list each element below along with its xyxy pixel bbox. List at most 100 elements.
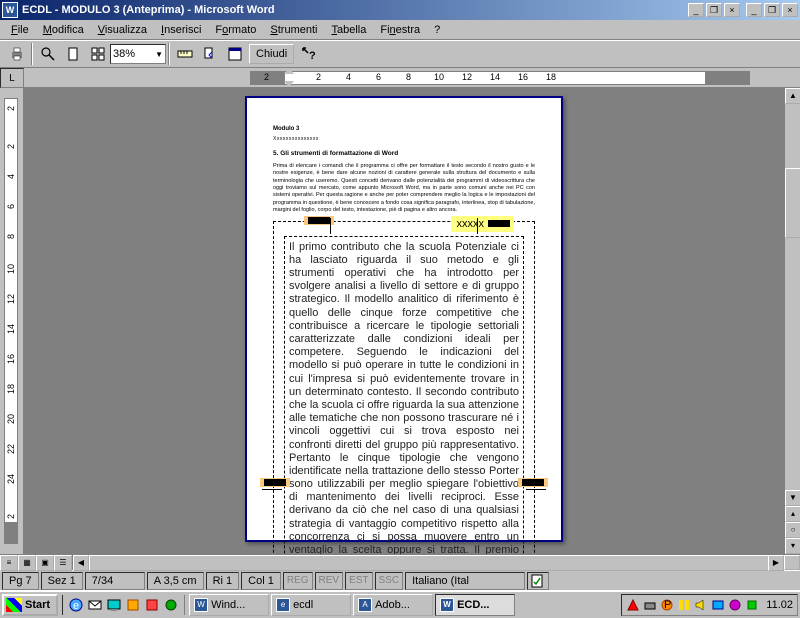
start-label: Start	[25, 599, 50, 611]
tray-clock[interactable]: 11.02	[766, 599, 793, 611]
menu-modifica[interactable]: Modifica	[36, 22, 91, 38]
shrink-button[interactable]	[198, 43, 221, 65]
indent-marker-icon[interactable]	[284, 68, 294, 74]
magnifier-button[interactable]	[36, 43, 59, 65]
page-subheader: Xxxxxxxxxxxxxxx	[273, 136, 535, 143]
ql-desktop-icon[interactable]	[105, 595, 123, 615]
status-col: Col 1	[241, 572, 281, 590]
diagram-inner-text: Il primo contributo che la scuola Potenz…	[284, 236, 524, 554]
context-help-button[interactable]: ?	[297, 43, 320, 65]
ql-outlook-icon[interactable]	[86, 595, 104, 615]
scroll-thumb[interactable]	[785, 168, 800, 238]
browse-object-button[interactable]: ○	[785, 522, 800, 538]
print-button[interactable]	[5, 43, 28, 65]
menu-tabella[interactable]: Tabella	[324, 22, 373, 38]
task-icon: W	[440, 598, 454, 612]
minimize-button[interactable]: _	[746, 3, 762, 17]
outline-view-button[interactable]: ☰	[54, 555, 72, 571]
task-icon: W	[194, 598, 208, 612]
workspace: 2 2 4 6 8 10 12 14 16 18 20 22 24 2 Modu…	[0, 88, 800, 554]
diagram-label-mid-left	[260, 478, 290, 487]
task-label: ecdl	[293, 599, 313, 611]
multi-page-button[interactable]	[86, 43, 109, 65]
svg-text:e: e	[73, 600, 79, 612]
status-trk[interactable]: REV	[315, 572, 344, 590]
ql-app2-icon[interactable]	[143, 595, 161, 615]
fullscreen-button[interactable]	[223, 43, 246, 65]
svg-text:P: P	[664, 599, 671, 611]
status-ovr[interactable]: SSC	[375, 572, 404, 590]
tray-icon-7[interactable]	[728, 598, 742, 612]
horizontal-scrollbar[interactable]: ◀ ▶	[72, 555, 784, 570]
tray-icon-2[interactable]	[643, 598, 657, 612]
status-bar: Pg 7 Sez 1 7/34 A 3,5 cm Ri 1 Col 1 REG …	[0, 570, 800, 590]
status-language[interactable]: Italiano (Ital	[405, 572, 525, 590]
svg-text:?: ?	[309, 50, 316, 62]
task-label: Wind...	[211, 599, 245, 611]
resize-grip[interactable]	[784, 555, 800, 570]
tray-icon-1[interactable]	[626, 598, 640, 612]
document-area[interactable]: Modulo 3 Xxxxxxxxxxxxxxx 5. Gli strument…	[24, 88, 784, 554]
print-view-button[interactable]: ▣	[36, 555, 54, 571]
zoom-value: 38%	[113, 48, 135, 60]
taskbar: Start e WWind...eecdlAAdob...WECD... P 1…	[0, 590, 800, 618]
close-preview-button[interactable]: Chiudi	[249, 44, 294, 64]
menu-formato[interactable]: Formato	[208, 22, 263, 38]
vertical-ruler[interactable]: 2 2 4 6 8 10 12 14 16 18 20 22 24 2	[0, 88, 24, 554]
window-title: ECDL - MODULO 3 (Anteprima) - Microsoft …	[22, 4, 686, 16]
doc-minimize-button[interactable]: _	[688, 3, 704, 17]
ruler-row: L 2 2 4 6 8 10 12 14 16 18	[0, 68, 800, 88]
spell-status-icon[interactable]	[527, 572, 549, 590]
status-rec[interactable]: REG	[283, 572, 313, 590]
doc-close-button[interactable]: ×	[724, 3, 740, 17]
task-button-2[interactable]: AAdob...	[353, 594, 433, 616]
body-paragraph: Prima di elencare i comandi che il progr…	[273, 163, 535, 215]
vertical-scrollbar[interactable]: ▲ ▼ ▴ ○ ▾	[784, 88, 800, 554]
tab-selector[interactable]: L	[0, 68, 24, 88]
scroll-right-button[interactable]: ▶	[768, 555, 784, 571]
one-page-button[interactable]	[61, 43, 84, 65]
tray-icon-6[interactable]	[711, 598, 725, 612]
ql-ie-icon[interactable]: e	[67, 595, 85, 615]
scroll-down-button[interactable]: ▼	[785, 490, 800, 506]
task-button-0[interactable]: WWind...	[189, 594, 269, 616]
menu-inserisci[interactable]: Inserisci	[154, 22, 208, 38]
menu-finestra[interactable]: Finestra	[373, 22, 427, 38]
zoom-combo[interactable]: 38%▼	[110, 44, 166, 64]
hscroll-thumb[interactable]	[89, 555, 769, 571]
task-button-3[interactable]: WECD...	[435, 594, 515, 616]
layout-diagram: xxxxx Il primo contributo che la scuola …	[273, 221, 535, 554]
web-view-button[interactable]: ▦	[18, 555, 36, 571]
status-page: Pg 7	[2, 572, 39, 590]
title-bar: W ECDL - MODULO 3 (Anteprima) - Microsof…	[0, 0, 800, 20]
menu-strumenti[interactable]: Strumenti	[263, 22, 324, 38]
doc-restore-button[interactable]: ❐	[706, 3, 722, 17]
tray-icon-3[interactable]: P	[660, 598, 674, 612]
indent-marker-icon[interactable]	[284, 81, 294, 87]
prev-page-button[interactable]: ▴	[785, 506, 800, 522]
status-ext[interactable]: EST	[345, 572, 372, 590]
restore-button[interactable]: ❐	[764, 3, 780, 17]
task-label: ECD...	[457, 599, 489, 611]
menu-visualizza[interactable]: Visualizza	[91, 22, 154, 38]
normal-view-button[interactable]: ≡	[0, 555, 18, 571]
start-button[interactable]: Start	[2, 594, 58, 616]
ruler-button[interactable]	[173, 43, 196, 65]
tray-icon-8[interactable]	[745, 598, 759, 612]
status-at: A 3,5 cm	[147, 572, 204, 590]
tray-icon-4[interactable]	[677, 598, 691, 612]
quick-launch: e	[62, 595, 185, 615]
horizontal-ruler[interactable]: 2 2 4 6 8 10 12 14 16 18	[250, 68, 750, 87]
task-button-1[interactable]: eecdl	[271, 594, 351, 616]
tray-volume-icon[interactable]	[694, 598, 708, 612]
ql-app3-icon[interactable]	[162, 595, 180, 615]
menu-bar: File Modifica Visualizza Inserisci Forma…	[0, 20, 800, 40]
page-preview: Modulo 3 Xxxxxxxxxxxxxxx 5. Gli strument…	[245, 96, 563, 542]
menu-help[interactable]: ?	[427, 22, 447, 38]
close-button[interactable]: ×	[782, 3, 798, 17]
ql-app1-icon[interactable]	[124, 595, 142, 615]
scroll-left-button[interactable]: ◀	[73, 555, 89, 571]
menu-file[interactable]: File	[4, 22, 36, 38]
next-page-button[interactable]: ▾	[785, 538, 800, 554]
scroll-up-button[interactable]: ▲	[785, 88, 800, 104]
